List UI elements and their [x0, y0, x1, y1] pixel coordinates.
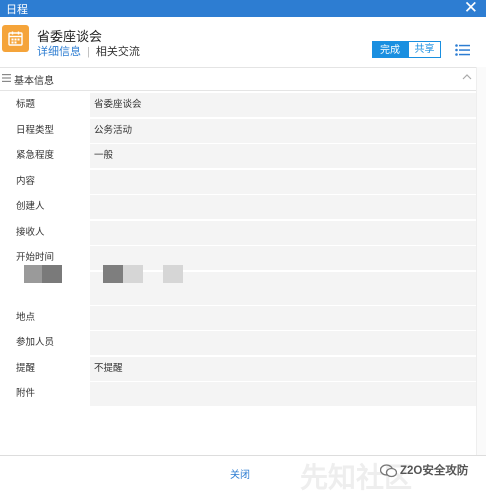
- redaction-block: [24, 265, 42, 283]
- field-row: 提醒 不提醒: [0, 356, 476, 382]
- field-row: 内容: [0, 169, 476, 195]
- field-row-redacted: [0, 271, 476, 306]
- chevron-up-icon[interactable]: [462, 74, 472, 80]
- tab-bar: 详细信息 | 相关交流: [37, 43, 140, 59]
- field-label: 日程类型: [0, 118, 88, 143]
- field-row: 参加人员: [0, 331, 476, 357]
- field-value: [90, 195, 476, 219]
- field-row: 地点: [0, 305, 476, 331]
- form-fields: 标题 省委座谈会 日程类型 公务活动 紧急程度 一般 内容 创建人 接收人 开始时间 …: [0, 93, 476, 408]
- field-label: 标题: [0, 93, 88, 117]
- field-value: 不提醒: [90, 356, 476, 381]
- list-menu-icon[interactable]: [455, 44, 470, 56]
- field-value: [90, 382, 476, 406]
- field-label: 创建人: [0, 195, 88, 219]
- action-buttons: 完成 共享: [372, 41, 441, 58]
- calendar-icon: [2, 25, 29, 52]
- field-value: 省委座谈会: [90, 93, 476, 117]
- tab-related[interactable]: 相关交流: [96, 46, 140, 58]
- field-label: 地点: [0, 305, 88, 330]
- field-value: [90, 305, 476, 330]
- wechat-icon: [380, 464, 397, 478]
- tab-divider: |: [87, 46, 90, 58]
- footer: 先知社区 关闭 Z2O安全攻防: [0, 455, 486, 493]
- header: 省委座谈会 详细信息 | 相关交流 完成 共享: [0, 17, 486, 67]
- menu-icon: [2, 74, 11, 82]
- field-value: [90, 331, 476, 355]
- field-label: 提醒: [0, 356, 88, 381]
- field-label: 参加人员: [0, 331, 88, 355]
- watermark-text: Z2O安全攻防: [400, 465, 469, 477]
- redaction-block: [103, 265, 123, 283]
- field-value: [90, 220, 476, 245]
- scrollbar[interactable]: [476, 67, 486, 455]
- field-row: 标题 省委座谈会: [0, 93, 476, 119]
- section-title: 基本信息: [14, 76, 54, 87]
- field-label: 紧急程度: [0, 144, 88, 168]
- window-title: 日程: [6, 4, 28, 16]
- redaction-block: [123, 265, 143, 283]
- field-label: 附件: [0, 382, 88, 406]
- redaction-block: [163, 265, 183, 283]
- field-label: 内容: [0, 169, 88, 194]
- section-header[interactable]: 基本信息: [0, 67, 476, 91]
- title-bar: 日程 ✕: [0, 0, 486, 17]
- field-row: 紧急程度 一般: [0, 144, 476, 170]
- field-row: 开始时间: [0, 246, 476, 272]
- field-row: 创建人: [0, 195, 476, 221]
- field-label: 接收人: [0, 220, 88, 245]
- done-button[interactable]: 完成: [372, 41, 408, 58]
- field-value: [90, 169, 476, 194]
- field-value: [90, 246, 476, 270]
- field-value: 一般: [90, 144, 476, 168]
- field-row: 接收人: [0, 220, 476, 246]
- field-value: [90, 271, 476, 305]
- close-icon[interactable]: ✕: [464, 0, 478, 18]
- tab-details[interactable]: 详细信息: [37, 46, 81, 58]
- share-button[interactable]: 共享: [408, 41, 441, 58]
- field-row: 附件: [0, 382, 476, 408]
- close-button[interactable]: 关闭: [230, 466, 250, 481]
- field-value: 公务活动: [90, 118, 476, 143]
- redaction-block: [42, 265, 62, 283]
- field-row: 日程类型 公务活动: [0, 118, 476, 144]
